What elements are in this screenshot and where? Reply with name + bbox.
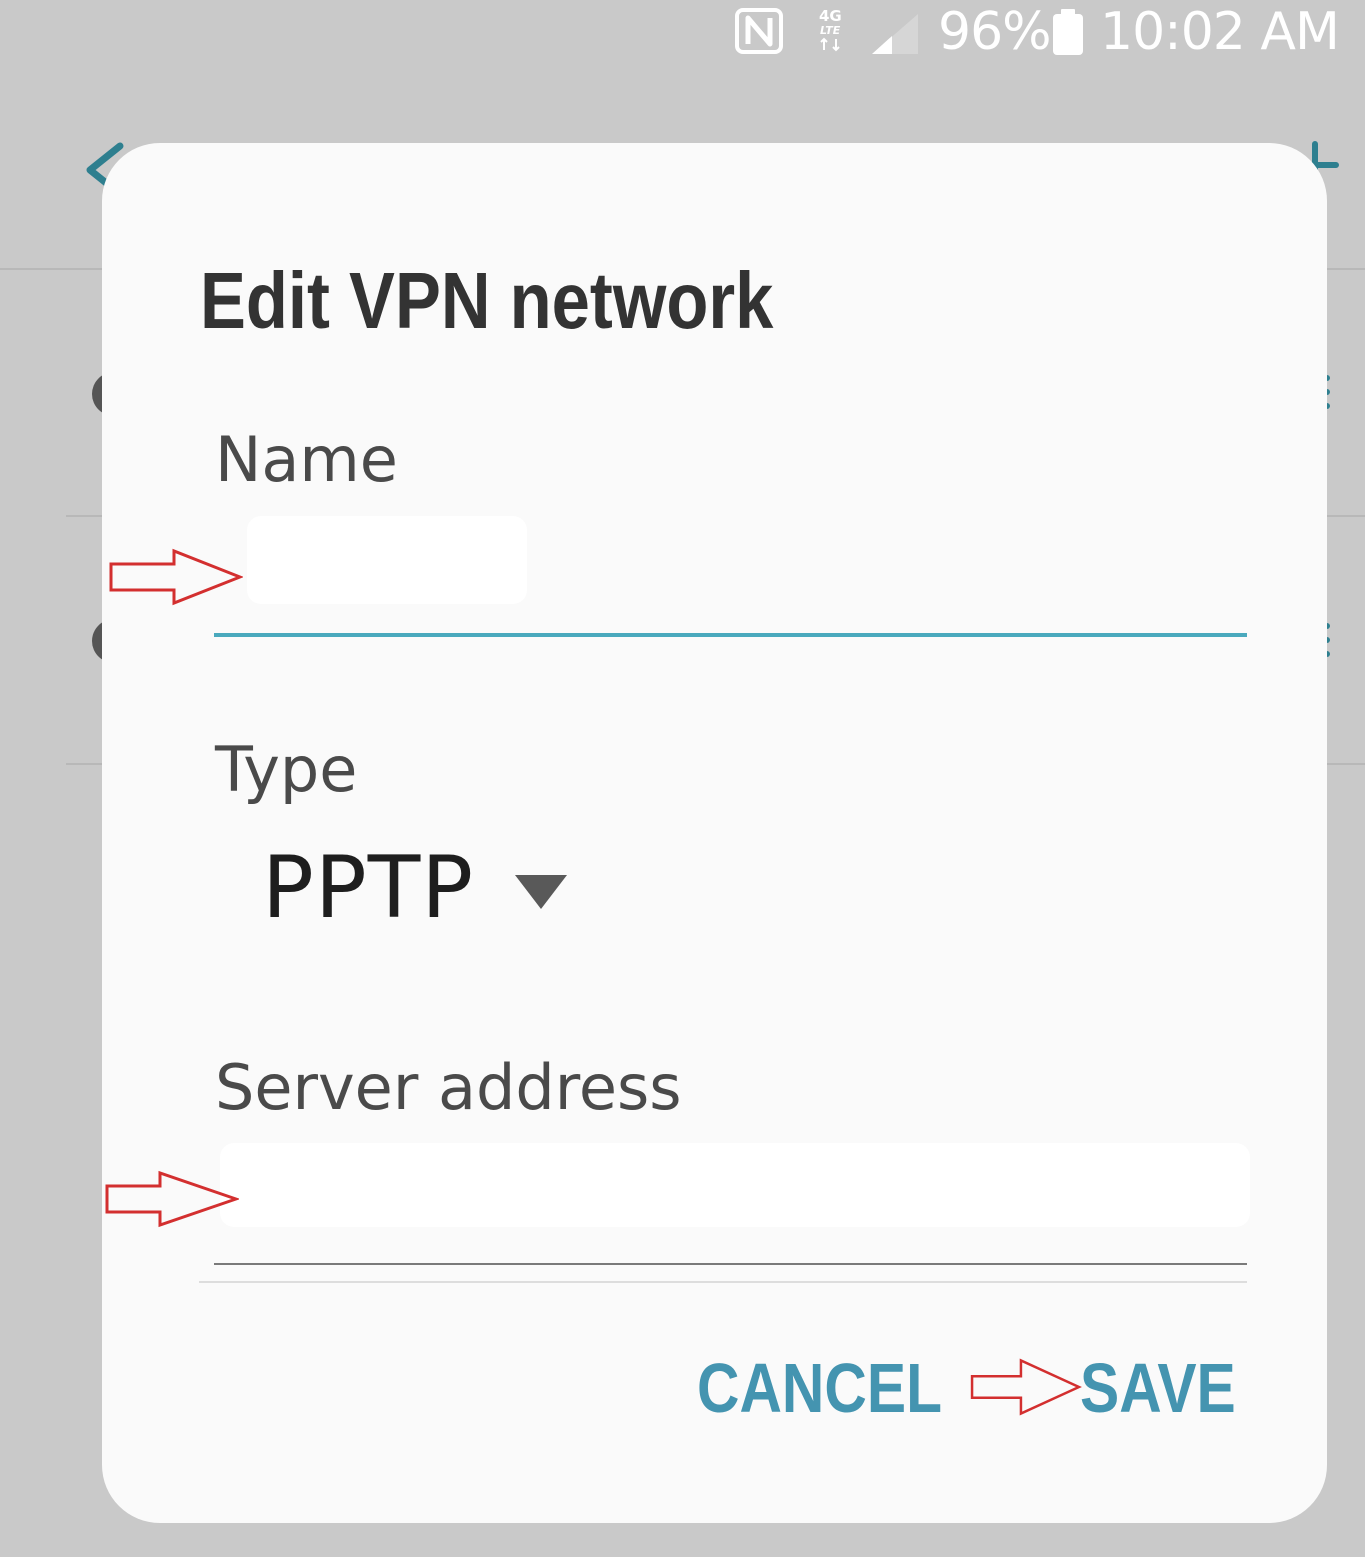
annotation-arrow-icon (970, 1358, 1082, 1416)
cancel-button[interactable]: CANCEL (697, 1348, 942, 1428)
annotation-arrow-icon (109, 548, 243, 606)
type-label: Type (215, 733, 358, 806)
button-bar-divider (199, 1281, 1247, 1283)
dialog-title: Edit VPN network (200, 256, 774, 345)
type-dropdown[interactable]: PPTP (262, 833, 568, 943)
redacted-server-value (220, 1143, 1250, 1227)
annotation-arrow-icon (105, 1170, 239, 1228)
redacted-name-value (247, 516, 527, 604)
dropdown-triangle-icon (515, 875, 568, 909)
save-button[interactable]: SAVE (1080, 1348, 1236, 1428)
type-value: PPTP (262, 838, 475, 938)
server-address-label: Server address (215, 1051, 682, 1124)
edit-vpn-dialog: Edit VPN network Name Type PPTP Server a… (102, 143, 1327, 1523)
name-label: Name (215, 423, 398, 496)
